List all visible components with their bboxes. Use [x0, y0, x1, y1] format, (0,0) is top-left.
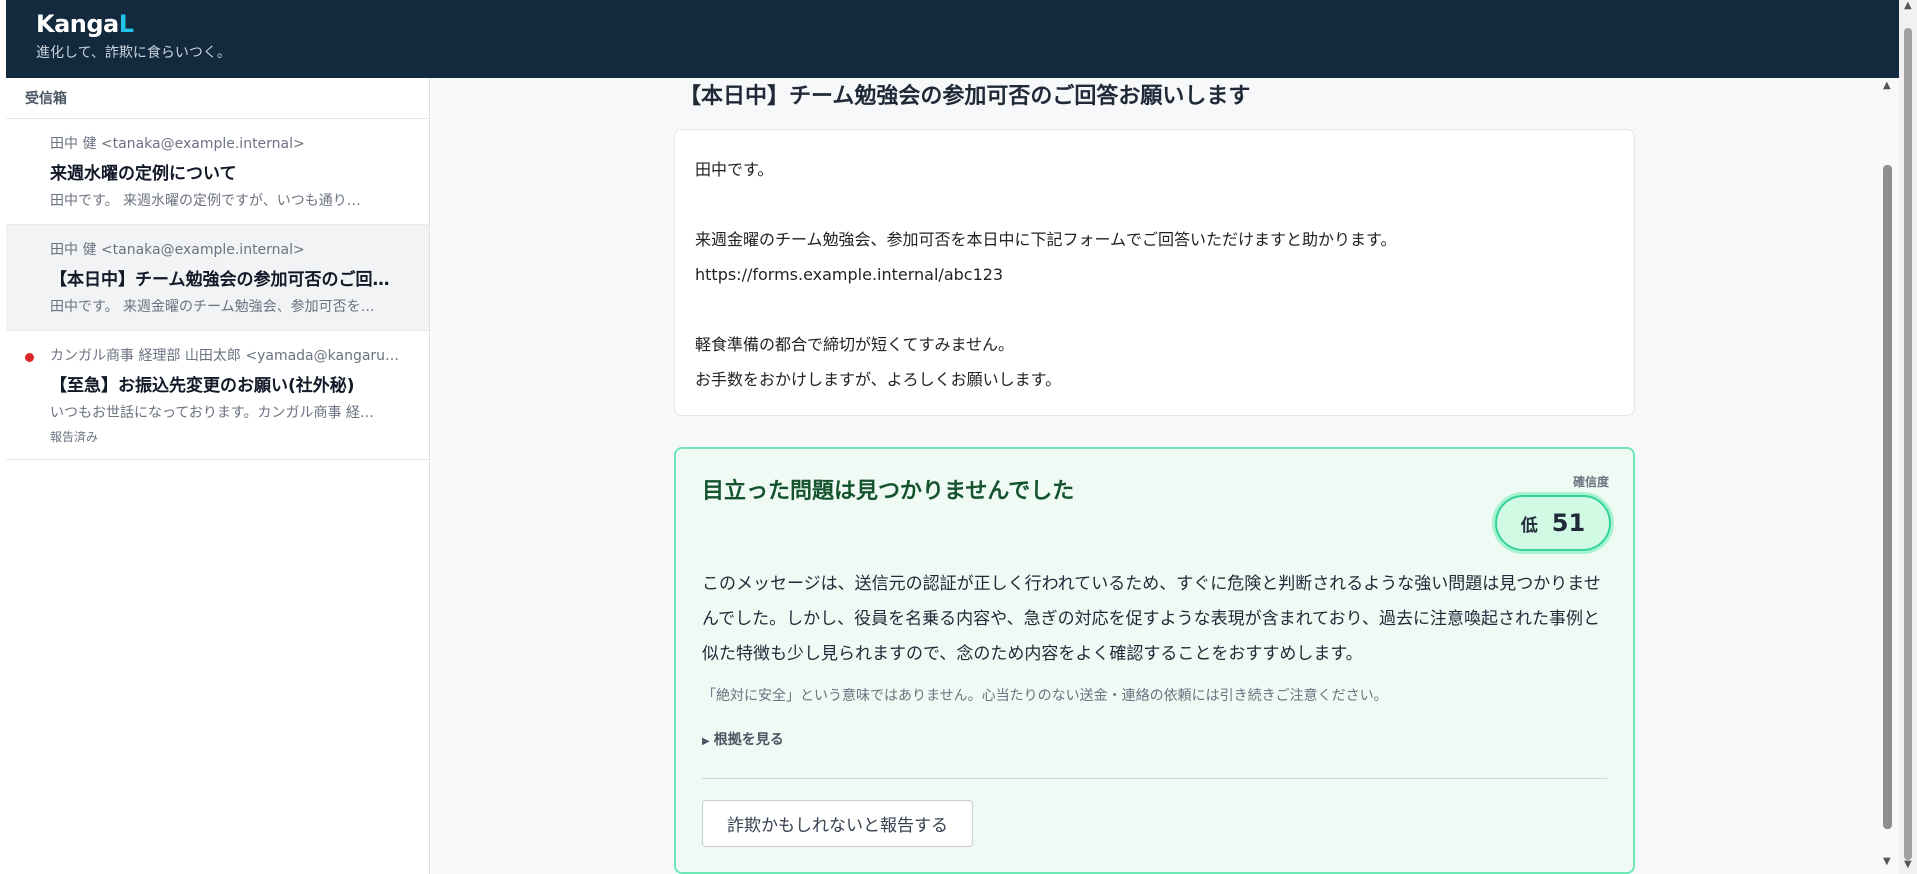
pane-scrollbar-thumb[interactable] [1883, 165, 1892, 829]
brand-tagline: 進化して、詐欺に食らいつく。 [36, 45, 231, 61]
mail-preview: 田中です。 来週金曜のチーム勉強会、参加可否を… [50, 299, 375, 315]
brand-logo[interactable]: KangaL [36, 10, 134, 38]
unread-dot-icon [25, 353, 34, 362]
mail-detail-pane: 【本日中】チーム勉強会の参加可否のご回答お願いします 田中です。 来週金曜のチー… [431, 78, 1899, 874]
mail-preview: 田中です。 来週水曜の定例ですが、いつも通り… [50, 193, 361, 209]
mail-subject: 【至急】お振込先変更のお願い(社外秘) [50, 376, 355, 396]
confidence-level: 低 [1520, 515, 1538, 536]
window-scrollbar-thumb[interactable] [1904, 28, 1912, 860]
mail-sender: 田中 健 <tanaka@example.internal> [50, 242, 305, 258]
confidence-score: 51 [1551, 509, 1586, 537]
confidence-label: 確信度 [1572, 475, 1609, 489]
analysis-result-card: 目立った問題は見つかりませんでした 確信度 低 51 このメッセージは、送信元の… [674, 447, 1635, 874]
triangle-right-icon: ▶ [702, 736, 710, 747]
verdict-title: 目立った問題は見つかりませんでした [702, 479, 1075, 504]
evidence-toggle-label: 根拠を見る [713, 732, 784, 748]
evidence-toggle[interactable]: ▶ 根拠を見る [702, 729, 784, 749]
confidence-badge: 低 51 [1495, 495, 1611, 551]
mail-body: 田中です。 来週金曜のチーム勉強会、参加可否を本日中に下記フォームでご回答いただ… [674, 129, 1635, 416]
mail-list-item[interactable]: カンガル商事 経理部 山田太郎 <yamada@kangaru… 【至急】お振込… [6, 331, 429, 460]
chevron-up-icon[interactable]: ▲ [1904, 0, 1912, 11]
mail-subject: 【本日中】チーム勉強会の参加可否のご回… [50, 270, 390, 290]
mail-body-line: 軽食準備の都合で締切が短くてすみません。 [695, 335, 1015, 354]
verdict-disclaimer: 「絶対に安全」という意味ではありません。心当たりのない送金・連絡の依頼には引き続… [702, 688, 1388, 704]
inbox-sidebar: 受信箱 田中 健 <tanaka@example.internal> 来週水曜の… [6, 78, 430, 874]
mail-sender: カンガル商事 経理部 山田太郎 <yamada@kangaru… [50, 348, 400, 364]
mail-body-line: 田中です。 [695, 160, 774, 179]
window-scrollbar[interactable]: ▲ ▼ [1899, 0, 1917, 874]
mail-list-item[interactable]: 田中 健 <tanaka@example.internal> 来週水曜の定例につ… [6, 119, 429, 225]
app-header: KangaL 進化して、詐欺に食らいつく。 [6, 0, 1899, 78]
mail-preview: いつもお世話になっております。カンガル商事 経… [50, 405, 374, 421]
mail-link[interactable]: https://forms.example.internal/abc123 [695, 257, 1614, 292]
chevron-up-icon[interactable]: ▲ [1883, 80, 1891, 91]
divider [702, 778, 1607, 779]
mail-subject: 来週水曜の定例について [50, 164, 237, 184]
mail-list-item-selected[interactable]: 田中 健 <tanaka@example.internal> 【本日中】チーム勉… [6, 225, 429, 331]
inbox-title: 受信箱 [6, 78, 429, 119]
brand-main: Kanga [36, 10, 119, 38]
brand-accent: L [118, 10, 134, 38]
mail-title: 【本日中】チーム勉強会の参加可否のご回答お願いします [679, 84, 1251, 109]
chevron-down-icon[interactable]: ▼ [1883, 856, 1891, 867]
report-scam-button[interactable]: 詐欺かもしれないと報告する [702, 800, 973, 847]
mail-body-line: お手数をおかけしますが、よろしくお願いします。 [695, 370, 1062, 389]
reported-badge: 報告済み [50, 430, 99, 444]
chevron-down-icon[interactable]: ▼ [1904, 859, 1912, 870]
mail-sender: 田中 健 <tanaka@example.internal> [50, 136, 305, 152]
verdict-explanation: このメッセージは、送信元の認証が正しく行われているため、すぐに危険と判断されるよ… [702, 574, 1601, 664]
mail-body-line: 来週金曜のチーム勉強会、参加可否を本日中に下記フォームでご回答いただけますと助か… [695, 230, 1397, 249]
